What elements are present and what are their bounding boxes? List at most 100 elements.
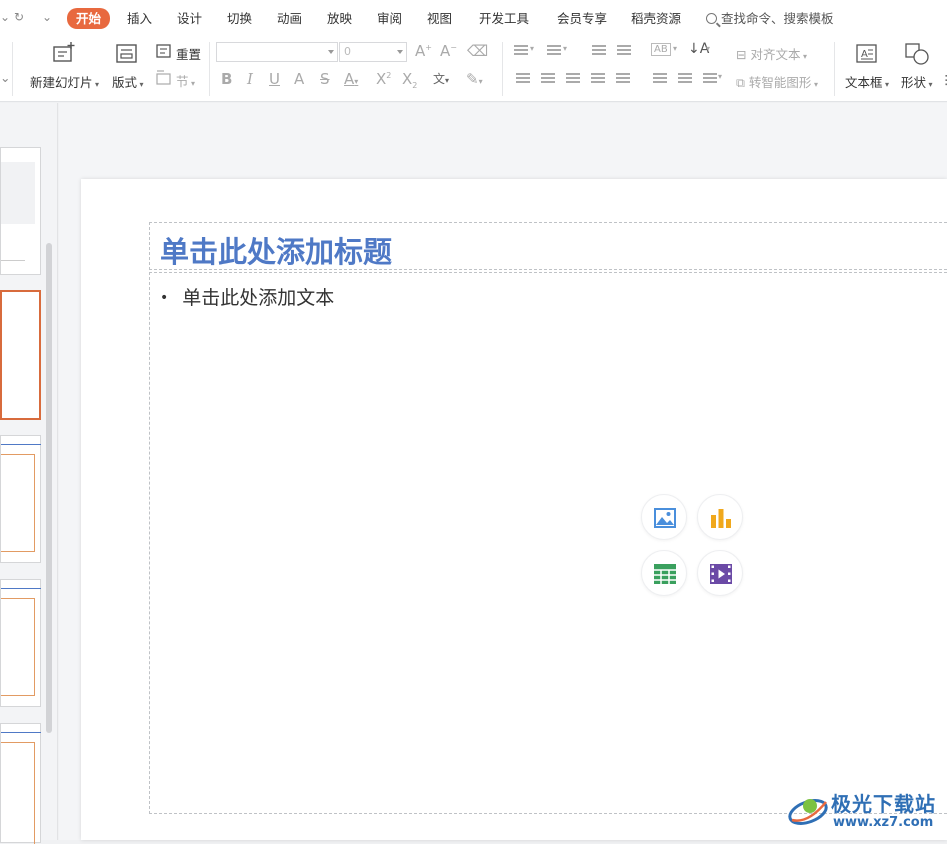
text-box-icon[interactable]: A	[856, 44, 878, 64]
subscript-icon[interactable]: X2	[402, 70, 417, 90]
slide-thumbnail-3[interactable]	[0, 435, 41, 563]
redo-icon[interactable]: ↻	[14, 10, 24, 24]
layout-icon[interactable]	[116, 44, 138, 64]
insert-video-button[interactable]	[697, 550, 743, 596]
paragraph-spacing-icon[interactable]	[678, 73, 692, 85]
shadow-text-icon[interactable]: A	[294, 70, 304, 88]
new-slide-button[interactable]: 新建幻灯片 ▾	[30, 72, 99, 91]
body-placeholder[interactable]: • 单击此处添加文本	[149, 272, 947, 814]
align-right-icon[interactable]	[566, 73, 580, 85]
command-search-label: 查找命令、搜索模板	[721, 11, 834, 26]
chevron-down-icon[interactable]: ▾	[530, 44, 534, 53]
slide-thumbnail-1[interactable]	[0, 147, 41, 275]
tab-member[interactable]: 会员专享	[557, 9, 607, 29]
thumbnail-rule	[1, 588, 41, 589]
justify-icon[interactable]	[591, 73, 605, 85]
divider	[502, 42, 503, 96]
insert-table-button[interactable]	[641, 550, 687, 596]
command-search[interactable]: 查找命令、搜索模板	[706, 9, 834, 29]
bold-icon[interactable]: B	[221, 70, 232, 88]
ribbon-arrow-icon[interactable]: ⌄	[0, 70, 10, 85]
dropdown-arrow-icon[interactable]: ⌄	[0, 10, 10, 24]
tab-review[interactable]: 审阅	[377, 9, 402, 29]
thumbnail-frame	[1, 742, 35, 844]
tab-insert[interactable]: 插入	[127, 9, 152, 29]
smart-art-button[interactable]: ⧉ 转智能图形 ▾	[736, 72, 818, 91]
thumbnail-frame	[1, 598, 35, 696]
distributed-icon[interactable]	[616, 73, 630, 85]
strikethrough-icon[interactable]: S	[320, 70, 330, 88]
divider	[834, 42, 835, 96]
font-name-select[interactable]	[216, 42, 338, 62]
customize-arrow-icon[interactable]: ⌄	[42, 10, 52, 24]
clear-format-icon[interactable]: ⌫	[467, 42, 488, 60]
align-left-icon[interactable]	[516, 73, 530, 85]
chevron-down-icon[interactable]: ▾	[673, 44, 677, 53]
tab-developer[interactable]: 开发工具	[479, 9, 529, 29]
underline-icon[interactable]: U	[269, 70, 280, 88]
text-box-button[interactable]: 文本框 ▾	[845, 72, 889, 91]
chevron-down-icon[interactable]: ▾	[706, 44, 710, 53]
text-direction-icon[interactable]: AB	[651, 43, 671, 56]
divider	[12, 42, 13, 96]
tab-design[interactable]: 设计	[177, 9, 202, 29]
section-icon[interactable]	[156, 70, 174, 86]
align-text-button[interactable]: ⊟ 对齐文本 ▾	[736, 44, 807, 63]
chevron-down-icon[interactable]: ▾	[718, 72, 722, 81]
thumbnail-line	[1, 260, 25, 261]
divider	[209, 42, 210, 96]
slide-thumbnail-panel	[0, 103, 58, 844]
tab-transition[interactable]: 切换	[227, 9, 252, 29]
section-label: 节	[176, 74, 189, 89]
decrease-indent-icon[interactable]	[592, 45, 606, 57]
insert-picture-button[interactable]	[641, 494, 687, 540]
italic-icon[interactable]: I	[247, 70, 253, 88]
tab-animation[interactable]: 动画	[277, 9, 302, 29]
align-center-icon[interactable]	[541, 73, 555, 85]
superscript-icon[interactable]: X2	[376, 70, 391, 88]
chevron-down-icon[interactable]: ▾	[563, 44, 567, 53]
more-icon[interactable]: ⋮	[940, 72, 947, 87]
new-slide-icon[interactable]	[52, 42, 76, 64]
title-placeholder[interactable]: 单击此处添加标题	[149, 222, 947, 270]
section-button[interactable]: 节 ▾	[176, 71, 195, 90]
video-icon	[710, 564, 732, 584]
tab-view[interactable]: 视图	[427, 9, 452, 29]
shape-button[interactable]: 形状 ▾	[901, 72, 933, 91]
thumbnail-scrollbar[interactable]	[46, 243, 52, 733]
reset-icon[interactable]	[156, 44, 174, 60]
tab-home[interactable]: 开始	[67, 8, 111, 29]
spacing-options-icon[interactable]	[703, 73, 717, 85]
phonetic-guide-icon[interactable]: 文▾	[433, 70, 449, 87]
smart-art-label: 转智能图形	[748, 75, 812, 90]
thumbnail-frame	[1, 454, 35, 552]
bullet-list-icon[interactable]	[514, 45, 528, 57]
picture-icon	[654, 508, 676, 528]
increase-indent-icon[interactable]	[617, 45, 631, 57]
insert-chart-button[interactable]	[697, 494, 743, 540]
highlight-icon[interactable]: ✎▾	[466, 70, 483, 88]
slide-thumbnail-4[interactable]	[0, 579, 41, 707]
new-slide-label: 新建幻灯片	[30, 75, 93, 90]
shape-icon[interactable]	[905, 43, 931, 65]
font-size-select[interactable]: 0	[339, 42, 407, 62]
numbered-list-icon[interactable]	[547, 45, 561, 57]
font-size-value: 0	[344, 45, 351, 58]
thumbnail-image	[1, 162, 35, 224]
slide-thumbnail-2[interactable]	[0, 290, 41, 420]
increase-font-icon[interactable]: A+	[415, 42, 432, 60]
layout-button[interactable]: 版式 ▾	[112, 72, 144, 91]
thumbnail-rule	[1, 732, 41, 733]
slide-thumbnail-5[interactable]	[0, 723, 41, 844]
font-color-icon[interactable]: A▾	[344, 70, 358, 88]
svg-text:A: A	[861, 49, 868, 60]
tab-resources[interactable]: 稻壳资源	[631, 9, 681, 29]
decrease-font-icon[interactable]: A−	[440, 42, 457, 60]
reset-button[interactable]: 重置	[176, 44, 201, 63]
shape-label: 形状	[901, 75, 927, 90]
watermark: 极光下载站 www.xz7.com	[786, 785, 946, 835]
line-spacing-icon[interactable]	[653, 73, 667, 85]
tab-slideshow[interactable]: 放映	[327, 9, 352, 29]
chart-icon	[711, 509, 731, 528]
align-text-label: 对齐文本	[750, 47, 801, 62]
